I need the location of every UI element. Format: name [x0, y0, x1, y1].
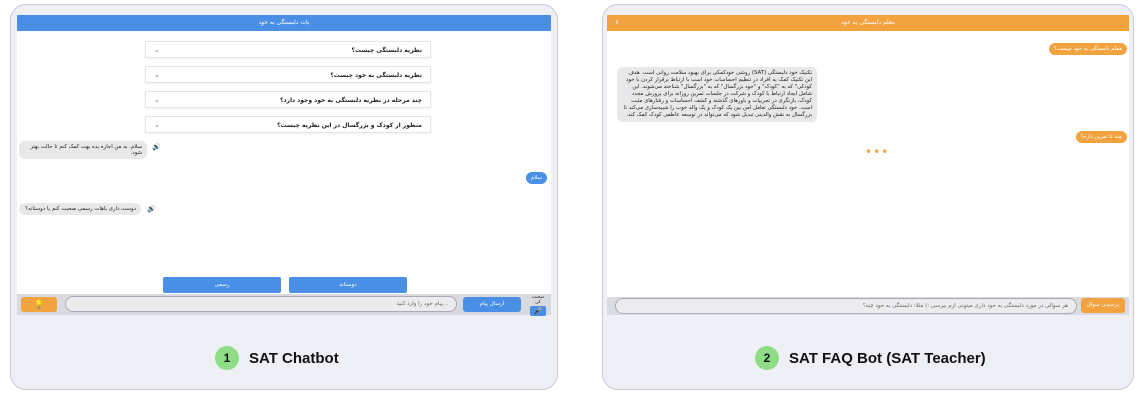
formal-choice-button[interactable]: رسمی [163, 277, 281, 293]
hint-button[interactable]: 💡 [21, 297, 57, 312]
caption-number-badge: 1 [215, 346, 239, 370]
faq-item-label: چند مرحله در نظریه دلبستگی به خود وجود د… [279, 97, 422, 104]
sat-faq-bot-panel: ‹ معلم دلبستگی به خود معلم دلبستگی به خو… [602, 4, 1134, 390]
bot-message: سلام. به من اجازه بده بهت کمک کنم تا حال… [19, 141, 147, 159]
voice-label: صحبت کن [531, 295, 545, 305]
user-message: چند تا تمرین داره؟ [1075, 131, 1127, 143]
faq-item-2[interactable]: نظریه دلبستگی به خود چیست؟ ⌄ [145, 66, 431, 83]
chatbot-input-bar: 💡 ...پیام خود را وارد کنید ارسال پیام صح… [17, 294, 551, 316]
ask-question-button[interactable]: پرسیدن سوال [1081, 298, 1125, 313]
chevron-down-icon: ⌄ [154, 96, 160, 104]
faqbot-caption: 2 SAT FAQ Bot (SAT Teacher) [755, 344, 986, 372]
chatbot-caption: 1 SAT Chatbot [215, 344, 339, 372]
sat-chatbot-panel: بات دلبستگی به خود نظریه دلبستگی چیست؟ ⌄… [10, 4, 558, 390]
chevron-down-icon: ⌄ [154, 121, 160, 129]
faq-item-4[interactable]: منظور از کودک و بزرگسال در این نظریه چیس… [145, 116, 431, 133]
chatbot-header-title: بات دلبستگی به خود [258, 19, 310, 26]
caption-text: SAT Chatbot [249, 349, 339, 367]
message-input[interactable]: ...پیام خود را وارد کنید [65, 296, 457, 312]
faq-item-label: منظور از کودک و بزرگسال در این نظریه چیس… [277, 122, 422, 129]
bot-message: دوست داری باهات رسمی صحبت کنم یا دوستانه… [19, 203, 141, 215]
faqbot-header: ‹ معلم دلبستگی به خود [607, 15, 1129, 31]
friendly-choice-button[interactable]: دوستانه [289, 277, 407, 293]
question-input[interactable]: هر سوالی در مورد دلبستگی به خود داری میت… [615, 298, 1077, 314]
caption-text: SAT FAQ Bot (SAT Teacher) [789, 349, 986, 367]
faqbot-screen: ‹ معلم دلبستگی به خود معلم دلبستگی به خو… [607, 15, 1129, 315]
caption-number-badge: 2 [755, 346, 779, 370]
faq-item-3[interactable]: چند مرحله در نظریه دلبستگی به خود وجود د… [145, 91, 431, 108]
chevron-down-icon: ⌄ [154, 71, 160, 79]
faq-item-label: نظریه دلبستگی به خود چیست؟ [330, 72, 422, 79]
speaker-icon[interactable]: 🔊 [147, 205, 156, 213]
microphone-icon: 🎤 [530, 306, 546, 316]
chatbot-header: بات دلبستگی به خود [17, 15, 551, 31]
user-message: سلام [525, 172, 547, 184]
chevron-down-icon: ⌄ [154, 46, 160, 54]
typing-indicator: ••• [865, 145, 890, 159]
bot-message: تکنیک خود دلبستگی (SAT) روشی خودکمکی برا… [617, 67, 817, 122]
faq-item-label: نظریه دلبستگی چیست؟ [351, 47, 422, 54]
back-icon[interactable]: ‹ [615, 15, 619, 31]
user-message: معلم دلبستگی به خود چیست؟ [1048, 43, 1127, 55]
chatbot-screen: بات دلبستگی به خود نظریه دلبستگی چیست؟ ⌄… [17, 15, 551, 316]
send-message-button[interactable]: ارسال پیام [463, 297, 521, 312]
speaker-icon[interactable]: 🔊 [152, 143, 161, 151]
voice-input-button[interactable]: صحبت کن 🎤 [529, 295, 547, 316]
lightbulb-icon: 💡 [34, 300, 44, 309]
faqbot-input-bar: هر سوالی در مورد دلبستگی به خود داری میت… [607, 297, 1129, 315]
faq-item-1[interactable]: نظریه دلبستگی چیست؟ ⌄ [145, 41, 431, 58]
faqbot-header-title: معلم دلبستگی به خود [841, 19, 895, 26]
